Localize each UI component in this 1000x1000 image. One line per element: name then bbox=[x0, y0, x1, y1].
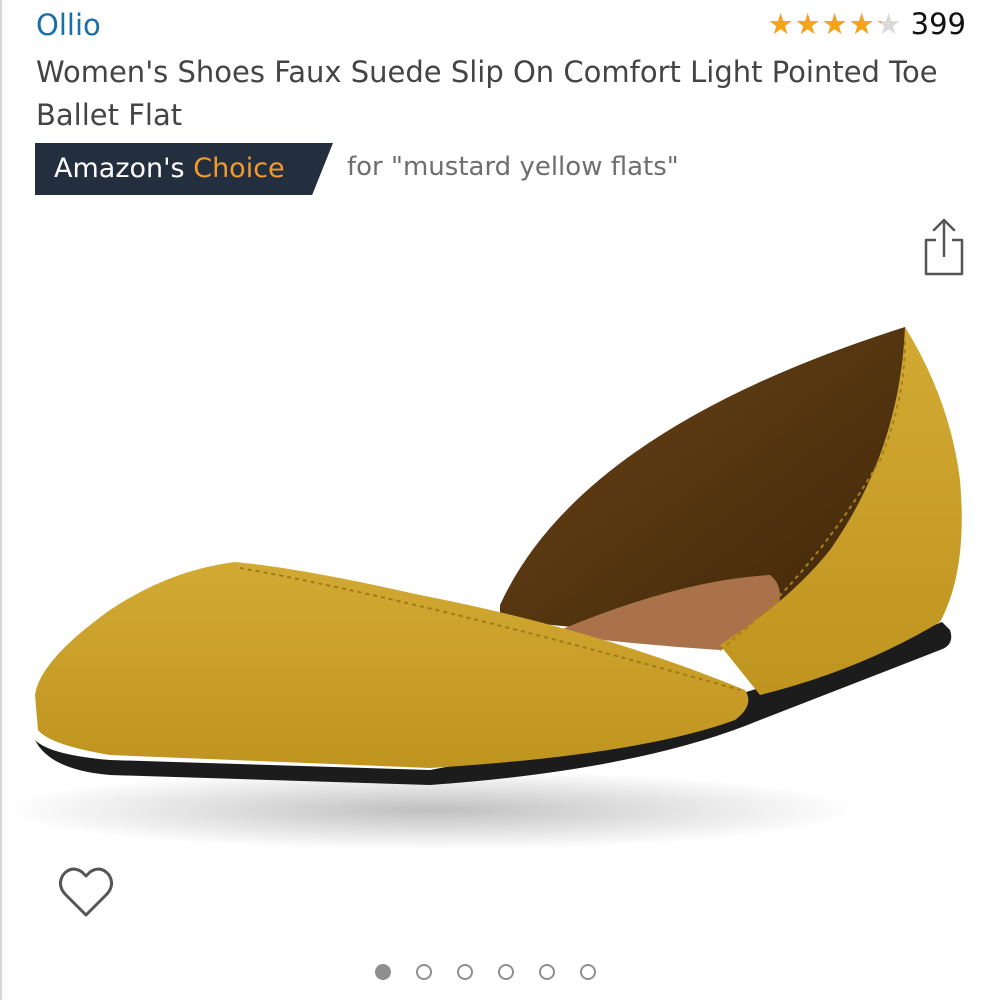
pagination-dot[interactable] bbox=[580, 964, 596, 980]
badge-prefix: Amazon's bbox=[54, 153, 185, 184]
badge-highlight: Choice bbox=[193, 153, 285, 184]
badge-context: for "mustard yellow flats" bbox=[347, 152, 679, 182]
pagination-dot[interactable] bbox=[375, 964, 391, 980]
star-rating-icon: ★★★★★ ★★★★★ bbox=[767, 7, 903, 41]
pagination-dot[interactable] bbox=[457, 964, 473, 980]
pagination-dot[interactable] bbox=[539, 964, 555, 980]
pagination-dot[interactable] bbox=[416, 964, 432, 980]
rating-summary[interactable]: ★★★★★ ★★★★★ 399 bbox=[768, 6, 966, 42]
product-image[interactable] bbox=[0, 250, 1000, 870]
product-title: Women's Shoes Faux Suede Slip On Comfort… bbox=[36, 55, 938, 132]
brand-link[interactable]: Ollio bbox=[36, 8, 101, 42]
rating-count: 399 bbox=[910, 7, 966, 41]
heart-icon[interactable] bbox=[58, 865, 114, 919]
amazons-choice-badge: Amazon's Choice bbox=[35, 143, 333, 195]
image-pagination bbox=[375, 964, 596, 980]
pagination-dot[interactable] bbox=[498, 964, 514, 980]
